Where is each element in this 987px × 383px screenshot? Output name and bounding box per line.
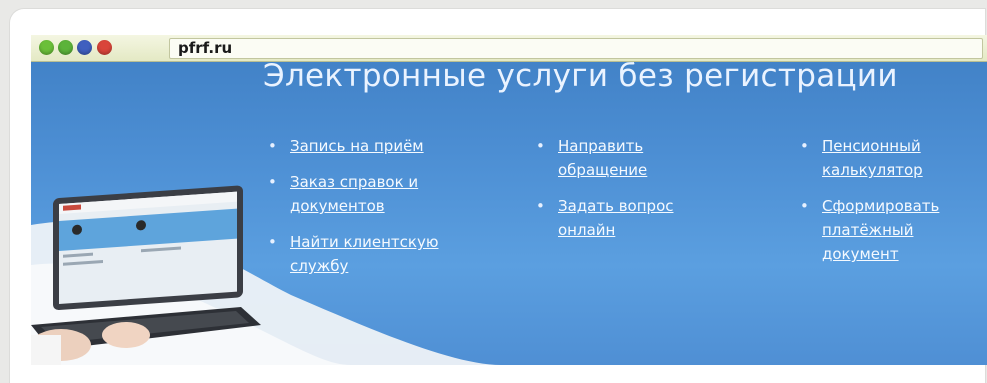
list-item: • Найти клиентскую службу [268, 230, 498, 278]
link-ask-question-online[interactable]: Задать вопрос онлайн [558, 197, 674, 239]
link-find-client-service[interactable]: Найти клиентскую службу [290, 233, 438, 275]
link-line: документ [822, 245, 899, 263]
services-column-1: • Запись на приём • Заказ справок и докум… [268, 134, 498, 290]
window-button-red-icon[interactable] [97, 40, 112, 55]
link-send-appeal[interactable]: Направить обращение [558, 137, 647, 179]
bullet: • [536, 137, 545, 155]
bullet: • [800, 197, 809, 215]
list-item: • Заказ справок и документов [268, 170, 498, 218]
link-line: службу [290, 257, 349, 275]
services-column-3: • Пенсионный калькулятор • Сформировать пл… [800, 134, 986, 278]
browser-toolbar: pfrf.ru [31, 35, 987, 62]
bullet: • [800, 137, 809, 155]
link-create-payment-document[interactable]: Сформировать платёжный документ [822, 197, 939, 263]
list-item: • Задать вопрос онлайн [536, 194, 766, 242]
link-appointment[interactable]: Запись на приём [290, 137, 424, 155]
link-line: Задать вопрос [558, 197, 674, 215]
window-button-green-icon[interactable] [58, 40, 73, 55]
link-line: онлайн [558, 221, 616, 239]
page-title: Электронные услуги без регистрации [263, 58, 898, 94]
link-line: документов [290, 197, 385, 215]
window-button-blue-icon[interactable] [77, 40, 92, 55]
list-item: • Запись на приём [268, 134, 498, 158]
window-button-green-icon[interactable] [39, 40, 54, 55]
list-item: • Направить обращение [536, 134, 766, 182]
address-bar[interactable]: pfrf.ru [169, 38, 983, 59]
bullet: • [268, 233, 277, 251]
link-line: обращение [558, 161, 648, 179]
link-line: калькулятор [822, 161, 923, 179]
link-line: Направить [558, 137, 644, 155]
link-line: Пенсионный [822, 137, 921, 155]
bullet: • [268, 173, 277, 191]
link-line: Сформировать [822, 197, 940, 215]
url-text: pfrf.ru [178, 39, 233, 57]
list-item: • Сформировать платёжный документ [800, 194, 986, 266]
link-line: платёжный [822, 221, 914, 239]
list-item: • Пенсионный калькулятор [800, 134, 986, 182]
bullet: • [536, 197, 545, 215]
bullet: • [268, 137, 277, 155]
link-line: Заказ справок и [290, 173, 419, 191]
services-column-2: • Направить обращение • Задать вопрос онла… [536, 134, 766, 254]
link-pension-calculator[interactable]: Пенсионный калькулятор [822, 137, 923, 179]
link-line: Найти клиентскую [290, 233, 439, 251]
laptop-illustration [31, 185, 261, 365]
link-order-certificates[interactable]: Заказ справок и документов [290, 173, 418, 215]
